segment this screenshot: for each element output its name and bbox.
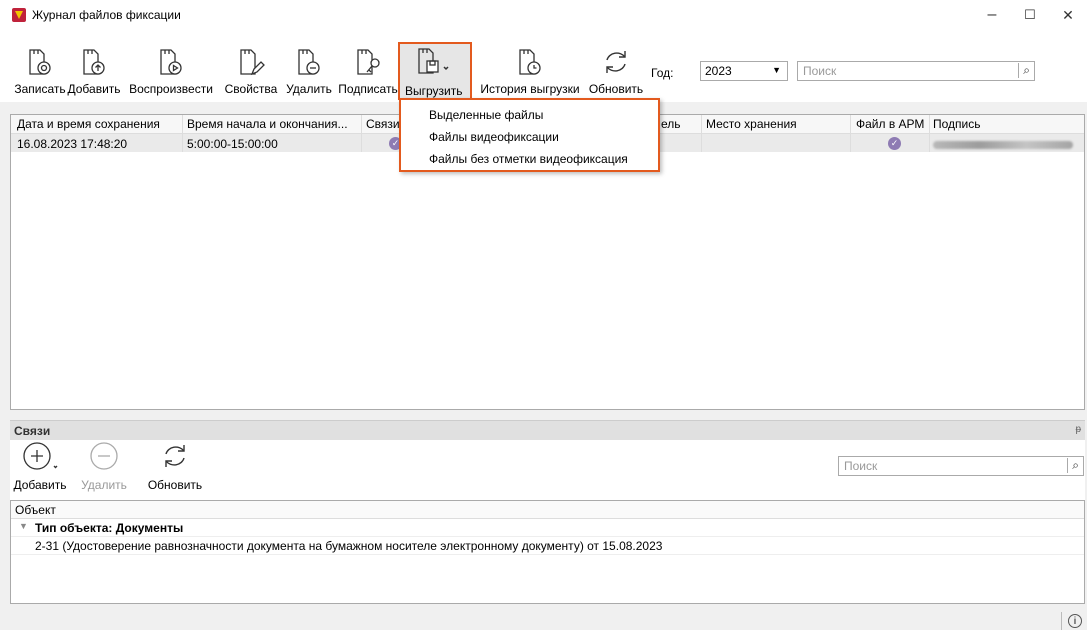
- play-button[interactable]: Воспроизвести: [122, 30, 220, 100]
- links-search-input[interactable]: Поиск ⌕: [838, 456, 1084, 476]
- status-bar: i: [0, 612, 1087, 630]
- links-tree: Объект ▼ Тип объекта: Документы 2-31 (Уд…: [10, 500, 1085, 604]
- export-history-icon: [519, 49, 541, 75]
- window-title: Журнал файлов фиксации: [32, 8, 181, 22]
- add-file-icon: [83, 49, 105, 75]
- export-file-icon: [418, 48, 449, 74]
- record-button[interactable]: Записать: [14, 30, 66, 100]
- minimize-button[interactable]: –: [973, 0, 1011, 30]
- minus-circle-icon: [90, 442, 118, 470]
- delete-file-icon: [298, 49, 320, 75]
- list-item[interactable]: 2-31 (Удостоверение равнозначности докум…: [11, 538, 1084, 555]
- add-button[interactable]: Добавить: [67, 30, 121, 100]
- column-saved[interactable]: Дата и время сохранения: [17, 117, 177, 131]
- column-signature[interactable]: Подпись: [933, 117, 1073, 131]
- column-storage[interactable]: Место хранения: [706, 117, 846, 131]
- close-button[interactable]: ✕: [1049, 0, 1087, 30]
- plus-circle-icon: [23, 442, 58, 470]
- pin-icon[interactable]: ᵽ: [1075, 424, 1081, 435]
- refresh-button[interactable]: Обновить: [586, 30, 646, 100]
- year-label: Год:: [651, 66, 674, 80]
- links-refresh-button[interactable]: Обновить: [144, 440, 206, 496]
- maximize-button[interactable]: ☐: [1011, 0, 1049, 30]
- check-icon: ✓: [888, 137, 901, 150]
- export-button[interactable]: Выгрузить: [398, 42, 472, 100]
- signature-blurred: [933, 141, 1073, 149]
- column-period[interactable]: Время начала и окончания...: [187, 117, 357, 131]
- list-item-label: 2-31 (Удостоверение равнозначности докум…: [35, 539, 663, 553]
- chevron-down-icon: ▼: [772, 65, 781, 75]
- properties-file-icon: [240, 49, 265, 76]
- sign-file-icon: [357, 49, 380, 75]
- title-bar: Журнал файлов фиксации – ☐ ✕: [0, 0, 1087, 30]
- chevron-down-icon[interactable]: ▼: [19, 521, 28, 531]
- search-input[interactable]: Поиск ⌕: [797, 61, 1035, 81]
- year-select[interactable]: 2023 ▼: [700, 61, 788, 81]
- tree-group-label: Тип объекта: Документы: [35, 521, 184, 535]
- properties-button[interactable]: Свойства: [222, 30, 280, 100]
- play-file-icon: [160, 49, 182, 75]
- column-file-in-arm[interactable]: Файл в АРМ: [856, 117, 928, 131]
- record-file-icon: [29, 49, 51, 75]
- refresh-icon: [606, 51, 626, 73]
- links-panel-title: Связи: [14, 424, 51, 438]
- links-add-button[interactable]: Добавить: [12, 440, 68, 496]
- tree-header: Объект: [11, 501, 1084, 519]
- links-delete-button[interactable]: Удалить: [78, 440, 130, 496]
- cell-period: 5:00:00-15:00:00: [187, 137, 278, 151]
- search-icon[interactable]: ⌕: [1067, 458, 1079, 473]
- column-object[interactable]: Объект: [15, 503, 56, 517]
- refresh-icon: [165, 445, 185, 467]
- tree-group[interactable]: ▼ Тип объекта: Документы: [11, 520, 1084, 537]
- menu-item-selected-files[interactable]: Выделенные файлы: [429, 108, 543, 122]
- sign-button[interactable]: Подписать: [336, 30, 400, 100]
- links-panel-header: Связи ᵽ: [10, 420, 1085, 440]
- toolbar: Записать Добавить Воспроизвести Свойства…: [0, 30, 1087, 102]
- cell-saved: 16.08.2023 17:48:20: [17, 137, 128, 151]
- app-logo-icon: [12, 8, 26, 22]
- menu-item-unmarked-files[interactable]: Файлы без отметки видеофиксация: [429, 152, 628, 166]
- search-icon[interactable]: ⌕: [1018, 63, 1030, 78]
- column-partial[interactable]: ель: [661, 117, 697, 131]
- delete-button[interactable]: Удалить: [282, 30, 336, 100]
- export-history-button[interactable]: История выгрузки: [478, 30, 582, 100]
- export-menu: Выделенные файлы Файлы видеофиксации Фай…: [399, 98, 660, 172]
- menu-item-video-files[interactable]: Файлы видеофиксации: [429, 130, 559, 144]
- info-icon[interactable]: i: [1068, 614, 1082, 628]
